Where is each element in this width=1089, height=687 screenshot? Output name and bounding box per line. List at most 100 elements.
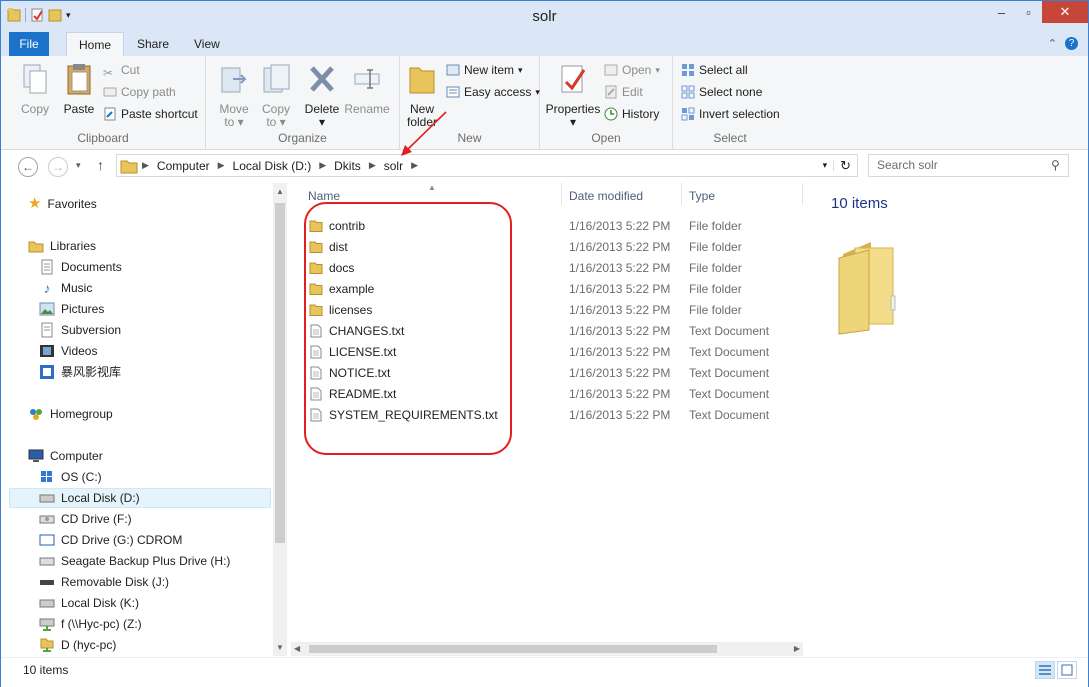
rename-button[interactable]: Rename [344,62,390,116]
chevron-right-icon[interactable]: ▶ [407,160,422,171]
nav-library-pictures[interactable]: Pictures [39,299,104,319]
new-item-icon [446,64,460,76]
copy-button[interactable]: Copy [15,62,55,116]
history-button[interactable]: History [604,104,659,124]
refresh-icon[interactable]: ↻ [834,158,857,174]
paste-button[interactable]: Paste [59,62,99,116]
nav-drive-d-hyc[interactable]: D (hyc-pc) [39,635,116,655]
address-dropdown-icon[interactable]: ▾ [817,160,835,171]
select-all-button[interactable]: Select all [681,60,748,80]
file-list-scrollbar-thumb[interactable] [309,645,717,653]
tab-file[interactable]: File [9,32,49,56]
nav-drive-f[interactable]: CD Drive (F:) [39,509,132,529]
large-icons-view-button[interactable] [1057,661,1077,679]
easy-access-icon [446,86,460,98]
window-title: solr [532,8,557,25]
nav-drive-z[interactable]: f (\\Hyc-pc) (Z:) [39,614,142,634]
select-none-button[interactable]: Select none [681,82,762,102]
organize-group: Move to ▾ Copy to ▾ Delete ▾ Rename Orga… [206,56,400,149]
ribbon-collapse-icon[interactable]: ⌃ [1048,37,1057,50]
column-header-date[interactable]: Date modified [569,189,643,203]
nav-scrollbar[interactable]: ▲ ▼ [273,183,287,656]
network-drive-icon [39,618,55,631]
nav-scrollbar-thumb[interactable] [275,203,285,543]
new-group: New folder New item ▾ Easy access ▾ New [400,56,540,149]
tab-view[interactable]: View [182,32,232,56]
cut-button[interactable]: ✂ Cut [103,60,140,80]
file-date: 1/16/2013 5:22 PM [569,219,671,233]
nav-library-subversion[interactable]: Subversion [39,320,121,340]
breadcrumb-dkits[interactable]: Dkits [330,159,365,173]
maximize-button[interactable]: ▫ [1015,1,1042,23]
nav-library-music[interactable]: ♪ Music [39,278,93,298]
address-bar[interactable]: ▶ Computer ▶ Local Disk (D:) ▶ Dkits ▶ s… [116,154,858,177]
new-item-button[interactable]: New item ▾ [446,60,523,80]
title-bar: ▾ solr – ▫ ✕ [1,1,1088,32]
move-to-button[interactable]: Move to ▾ [212,62,256,129]
properties-icon [561,65,586,93]
chevron-right-icon[interactable]: ▶ [365,160,380,171]
scroll-right-icon[interactable]: ▶ [794,644,800,653]
invert-selection-icon [681,107,695,121]
chevron-right-icon[interactable]: ▶ [138,160,153,171]
paste-shortcut-icon [104,107,116,121]
nav-library-videos[interactable]: Videos [39,341,97,361]
nav-drive-h[interactable]: Seagate Backup Plus Drive (H:) [39,551,230,571]
nav-drive-j[interactable]: Removable Disk (J:) [39,572,169,592]
copy-to-button[interactable]: Copy to ▾ [254,62,298,129]
delete-x-icon [310,66,334,92]
invert-selection-button[interactable]: Invert selection [681,104,780,124]
scroll-left-icon[interactable]: ◀ [294,644,300,653]
nav-homegroup[interactable]: Homegroup [28,404,113,424]
star-icon: ★ [28,195,42,212]
back-button[interactable]: ← [18,157,38,177]
recent-locations-icon[interactable]: ▾ [76,160,81,171]
open-button[interactable]: Open ▾ [604,60,660,80]
chevron-right-icon[interactable]: ▶ [315,160,330,171]
computer-icon [28,449,44,462]
properties-button[interactable]: Properties ▾ [544,62,602,129]
forward-button[interactable]: → [48,157,68,177]
chevron-right-icon[interactable]: ▶ [214,160,229,171]
nav-favorites[interactable]: ★ Favorites [28,194,97,214]
nav-drive-d[interactable]: Local Disk (D:) [9,488,271,508]
easy-access-button[interactable]: Easy access ▾ [446,82,540,102]
breadcrumb-local-disk[interactable]: Local Disk (D:) [229,159,316,173]
copy-path-button[interactable]: Copy path [103,82,176,102]
homegroup-icon [30,409,42,420]
file-date: 1/16/2013 5:22 PM [569,303,671,317]
nav-library-documents[interactable]: Documents [39,257,122,277]
column-header-type[interactable]: Type [689,189,715,203]
nav-libraries[interactable]: Libraries [28,236,96,256]
search-input[interactable]: Search solr [868,154,1069,177]
delete-button[interactable]: Delete ▾ [302,62,342,129]
nav-drive-k[interactable]: Local Disk (K:) [39,593,139,613]
paste-shortcut-button[interactable]: Paste shortcut [103,104,198,124]
new-folder-button[interactable]: New folder [402,62,442,129]
tab-home[interactable]: Home [66,32,125,58]
breadcrumb-computer[interactable]: Computer [153,159,214,173]
column-header-name[interactable]: Name [308,189,340,203]
close-button[interactable]: ✕ [1042,1,1088,23]
help-icon[interactable]: ? [1065,37,1078,50]
subversion-icon [41,322,53,338]
nav-drive-c[interactable]: OS (C:) [39,467,102,487]
up-button[interactable]: ↑ [97,157,104,173]
folder-icon [120,160,138,173]
tab-share[interactable]: Share [125,32,181,56]
preview-pane: 10 items [807,183,1088,656]
breadcrumb-solr[interactable]: solr [380,159,407,173]
select-group: Select all Select none Invert selection … [673,56,787,149]
file-list-scrollbar[interactable]: ◀ ▶ [291,642,803,656]
scroll-down-icon[interactable]: ▼ [276,643,284,652]
search-icon[interactable]: ⚲ [1051,158,1060,172]
details-view-button[interactable] [1035,661,1055,679]
hard-drive-icon [39,494,55,503]
edit-button[interactable]: Edit [604,82,643,102]
nav-drive-g[interactable]: CD Drive (G:) CDROM [39,530,182,550]
nav-computer[interactable]: Computer [28,446,103,466]
minimize-button[interactable]: – [988,1,1015,23]
scroll-up-icon[interactable]: ▲ [276,187,284,196]
music-icon: ♪ [43,280,51,296]
nav-library-baofeng[interactable]: 暴风影视库 [39,362,121,382]
